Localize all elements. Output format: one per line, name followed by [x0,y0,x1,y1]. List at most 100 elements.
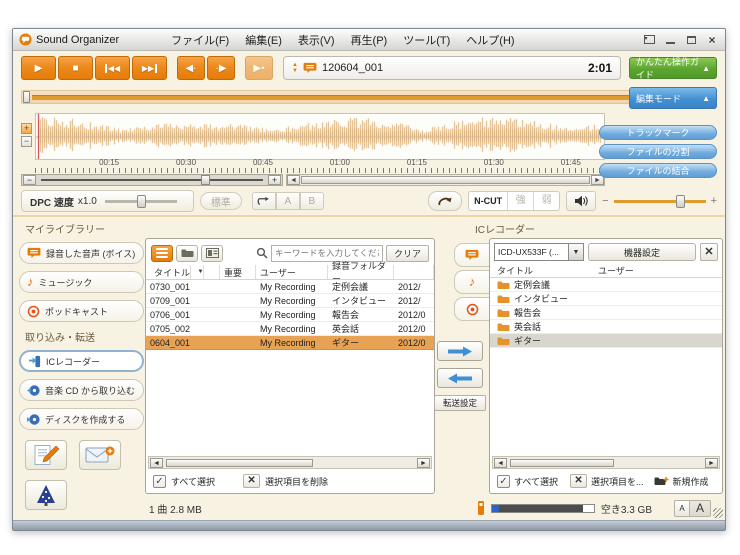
fast-forward-button[interactable]: ·▶ [207,56,235,80]
transfer-settings-button[interactable]: 転送設定 [434,395,486,411]
column-user[interactable]: ユーザー [256,265,328,279]
delete-selected-label[interactable]: 選択項目を削除 [265,475,328,488]
rewind-button[interactable]: ◀· [177,56,205,80]
file-split-button[interactable]: ファイルの分割 [599,144,717,159]
easy-guide-button[interactable]: かんたん操作ガイド▲ [629,57,717,79]
column-important[interactable]: 重要 [220,265,256,279]
table-row[interactable]: 0706_001 My Recording 報告会 2012/0 [146,308,434,322]
menu-edit[interactable]: 編集(E) [245,32,282,48]
list-view-button[interactable] [151,245,173,262]
close-icon[interactable]: × [705,34,719,46]
repeat-a-button[interactable]: A [276,192,300,210]
stop-button[interactable]: ■ [58,56,93,80]
dock-window-icon[interactable]: ▾ [644,35,655,44]
zoom-out-icon[interactable]: − [23,175,36,185]
sidebar-item-ic-recorder[interactable]: ICレコーダー [19,350,144,372]
minimize-icon[interactable] [666,36,675,44]
wave-scrollbar-thumb[interactable] [301,176,590,184]
font-small-button[interactable]: A [674,500,690,517]
sidebar-item-music[interactable]: ♪ ミュージック [19,271,144,293]
dpc-slider[interactable] [105,200,177,203]
scrollbar-thumb[interactable] [166,459,313,467]
maximize-icon[interactable] [687,36,696,44]
seek-bar[interactable] [21,90,633,104]
edit-note-button[interactable] [25,440,67,470]
dpc-standard-button[interactable]: 標準 [200,192,242,210]
table-row-selected[interactable]: 0604_001 My Recording ギター 2012/0 [146,336,434,350]
wave-zoom-out-button[interactable]: − [21,136,32,147]
menu-file[interactable]: ファイル(F) [171,32,229,48]
table-row[interactable]: 0705_002 My Recording 英会話 2012/0 [146,322,434,336]
wave-zoom-in-button[interactable]: + [21,123,32,134]
scroll-right-icon[interactable]: ► [705,458,718,468]
file-spinner[interactable]: ▲▼ [292,62,298,74]
ab-repeat-button[interactable] [252,192,276,210]
dpc-slider-knob[interactable] [137,195,146,208]
scrollbar-thumb[interactable] [510,459,614,467]
volume-slider[interactable] [614,200,706,203]
new-folder-icon[interactable] [654,476,669,487]
scroll-right-icon[interactable]: ► [417,458,430,468]
font-large-button[interactable]: A [690,500,711,517]
column-date[interactable] [394,265,434,279]
repeat-b-button[interactable]: B [300,192,324,210]
menu-help[interactable]: ヘルプ(H) [466,32,514,48]
scroll-left-icon[interactable]: ◄ [287,175,300,185]
folder-row[interactable]: 英会話 [490,320,722,334]
previous-track-button[interactable]: ◀◀ [95,56,130,80]
delete-selected-icon[interactable]: ✕ [243,474,260,488]
panel-close-icon[interactable]: ✕ [700,243,718,261]
table-row[interactable]: 0709_001 My Recording インタビュー 2012/ [146,294,434,308]
new-folder-label[interactable]: 新規作成 [673,475,709,488]
next-track-button[interactable]: ▶▶ [132,56,167,80]
sidebar-item-create-disc[interactable]: ディスクを作成する [19,408,144,430]
track-mark-button[interactable]: トラックマーク [599,125,717,140]
volume-down-icon[interactable]: − [602,195,608,207]
card-view-button[interactable] [201,245,223,262]
jump-to-mark-button[interactable]: ▶▪ [245,56,273,80]
sidebar-item-voice[interactable]: 録音した音声 (ボイス) [19,242,144,264]
volume-knob[interactable] [676,195,685,208]
folder-row[interactable]: インタビュー [490,292,722,306]
select-all-checkbox[interactable]: ✓ [153,475,166,488]
mute-button[interactable] [566,191,596,211]
chevron-down-icon[interactable]: ▼ [568,244,583,260]
sidebar-item-podcast[interactable]: ポッドキャスト [19,300,144,322]
folder-row-selected[interactable]: ギター [490,334,722,348]
scroll-left-icon[interactable]: ◄ [150,458,163,468]
select-all-checkbox[interactable]: ✓ [497,475,510,488]
waveform-canvas[interactable] [36,114,604,159]
resize-grip[interactable] [713,508,723,518]
file-join-button[interactable]: ファイルの結合 [599,163,717,178]
wave-scrollbar[interactable]: ◄ ► [286,174,605,186]
edit-mode-button[interactable]: 編集モード▲ [629,87,717,109]
seek-handle[interactable] [23,91,30,103]
device-dropdown[interactable]: ICD-UX533F (... ▼ [494,243,584,261]
tab-voice[interactable] [454,243,489,267]
ncut-weak-button[interactable]: 弱 [533,192,559,210]
zoom-in-icon[interactable]: + [268,175,281,185]
waveform-display[interactable] [35,113,605,160]
scroll-left-icon[interactable]: ◄ [494,458,507,468]
delete-selected-label[interactable]: 選択項目を... [591,475,644,488]
menu-view[interactable]: 表示(V) [298,32,335,48]
ncut-strong-button[interactable]: 強 [507,192,533,210]
mail-button[interactable] [79,440,121,470]
transfer-left-button[interactable] [437,368,483,388]
folder-row[interactable]: 報告会 [490,306,722,320]
column-title[interactable]: タイトル ▼ [146,265,220,279]
menu-play[interactable]: 再生(P) [351,32,388,48]
zoom-slider-thumb[interactable] [201,175,210,185]
delete-selected-icon[interactable]: ✕ [570,474,587,488]
folder-view-button[interactable] [176,245,198,262]
column-user[interactable]: ユーザー [598,264,722,277]
repeat-play-button[interactable] [428,191,462,211]
column-folder[interactable]: 録音フォルダー [328,265,394,279]
folder-row[interactable]: 定例会議 [490,278,722,292]
column-title[interactable]: タイトル [490,264,598,277]
sidebar-item-import-cd[interactable]: 音楽 CD から取り込む [19,379,144,401]
tab-music[interactable]: ♪ [454,270,489,294]
recorder-scrollbar[interactable]: ◄ ► [492,456,720,469]
table-row[interactable]: 0730_001 My Recording 定例会議 2012/ [146,280,434,294]
menu-tools[interactable]: ツール(T) [403,32,450,48]
